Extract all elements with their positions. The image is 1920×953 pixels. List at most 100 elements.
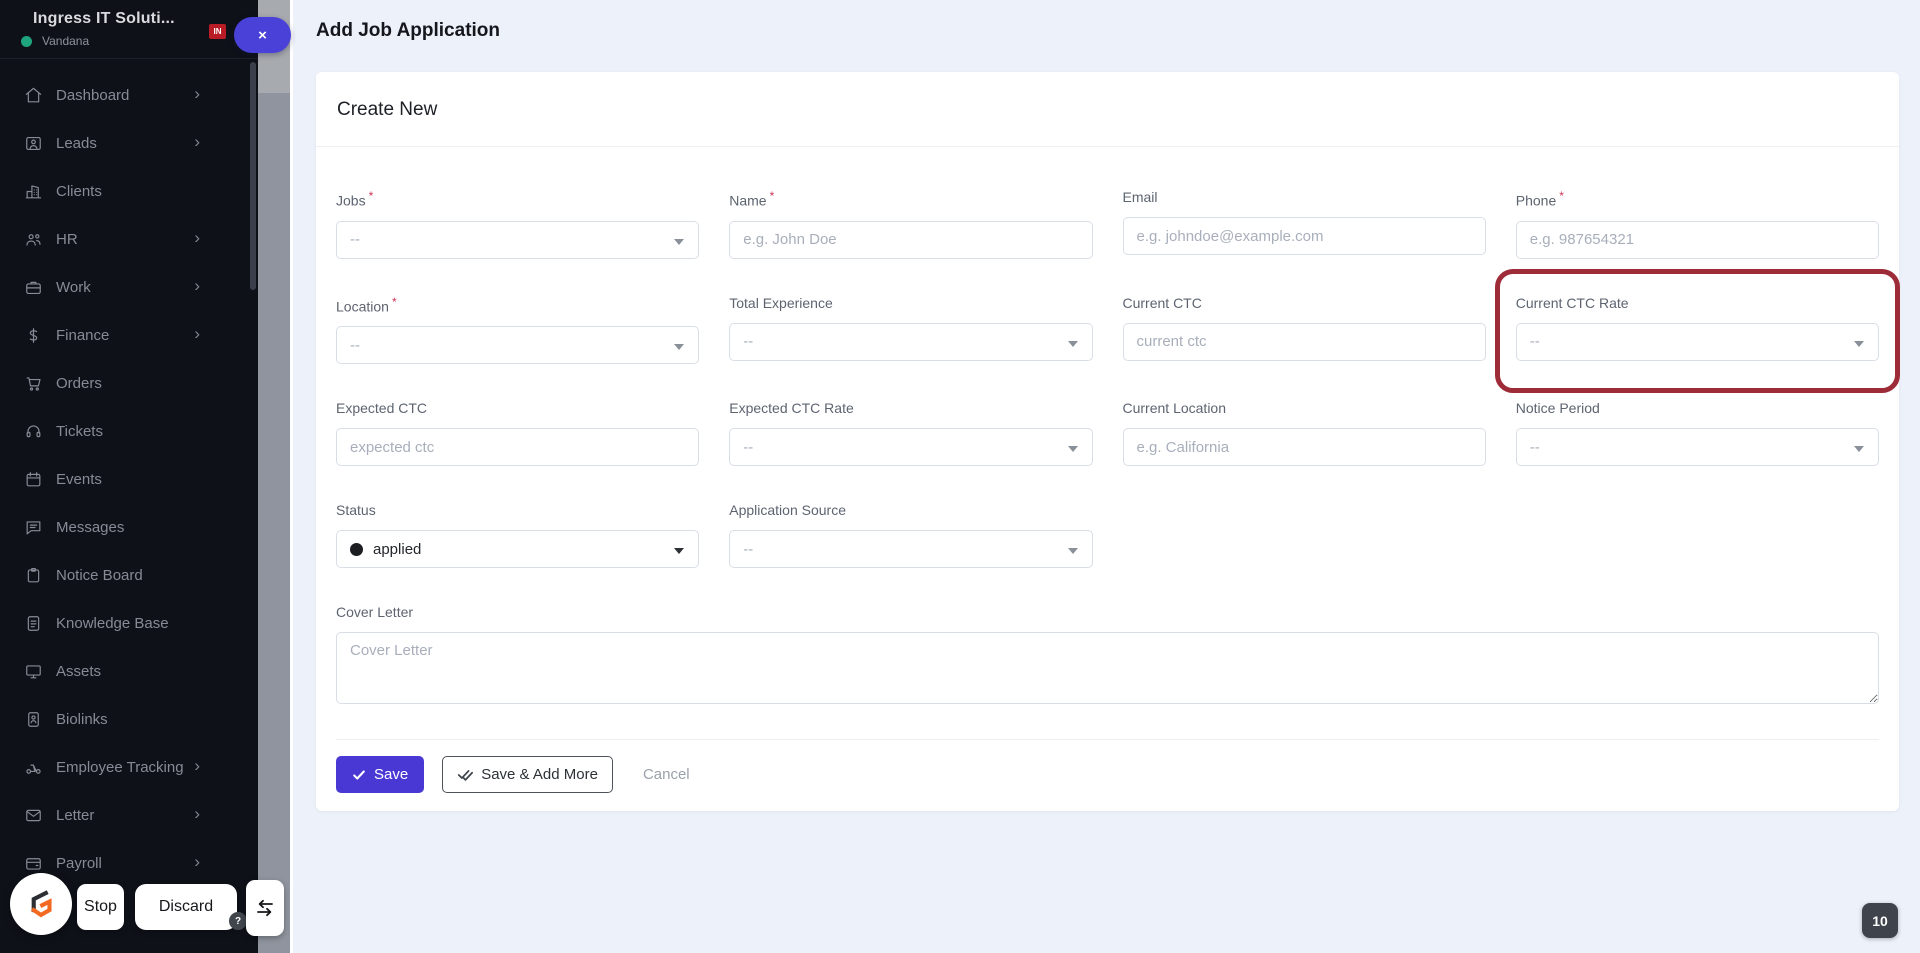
sidebar-item-letter[interactable]: Letter › (0, 791, 258, 839)
monitor-icon (23, 661, 43, 681)
sidebar-item-work[interactable]: Work › (0, 263, 258, 311)
save-button-label: Save (374, 766, 409, 784)
sidebar-item-hr[interactable]: HR › (0, 215, 258, 263)
sidebar-item-label: Assets (56, 662, 102, 680)
application-source-label: Application Source (729, 502, 846, 519)
sidebar-item-label: Biolinks (56, 710, 108, 728)
sidebar-item-label: Knowledge Base (56, 614, 169, 632)
notice-period-select-value: -- (1529, 438, 1540, 456)
sidebar-item-tickets[interactable]: Tickets (0, 407, 258, 455)
online-status-dot (21, 35, 32, 47)
sidebar-item-events[interactable]: Events (0, 455, 258, 503)
current-ctc-rate-select[interactable]: -- (1515, 322, 1879, 361)
current-location-label: Current Location (1122, 400, 1227, 417)
save-and-add-more-label: Save & Add More (481, 766, 598, 784)
status-select[interactable]: applied (336, 530, 700, 569)
field-email: Email (1122, 189, 1486, 259)
page-number-badge: 10 (1862, 903, 1898, 938)
chevron-down-icon (1067, 446, 1078, 453)
sidebar-scrollbar-thumb[interactable] (250, 62, 256, 290)
sidebar-item-dashboard[interactable]: Dashboard › (0, 71, 258, 119)
sidebar-item-leads[interactable]: Leads › (0, 119, 258, 167)
field-expected-ctc-rate: Expected CTC Rate -- (729, 400, 1093, 467)
expected-ctc-input[interactable] (336, 428, 700, 467)
sidebar-item-label: HR (56, 230, 78, 248)
sidebar-item-finance[interactable]: Finance › (0, 311, 258, 359)
swap-arrows-icon (257, 899, 273, 917)
current-ctc-input[interactable] (1122, 322, 1486, 361)
chevron-down-icon (1067, 340, 1078, 347)
chevron-right-icon: › (194, 756, 200, 775)
discard-button[interactable]: Discard (135, 884, 237, 930)
calendar-icon (23, 469, 43, 489)
document-icon (23, 613, 43, 633)
swap-panels-button[interactable] (246, 880, 284, 936)
location-select[interactable]: -- (336, 326, 700, 365)
status-label: Status (336, 502, 376, 519)
email-label: Email (1122, 189, 1158, 205)
sidebar-item-biolinks[interactable]: Biolinks (0, 695, 258, 743)
total-experience-select-value: -- (743, 333, 754, 351)
field-total-experience: Total Experience -- (729, 295, 1093, 365)
cover-letter-textarea[interactable] (336, 632, 1879, 705)
field-phone: Phone * (1515, 189, 1879, 259)
window-scrollbar-track[interactable] (258, 0, 290, 953)
sidebar-item-label: Letter (56, 806, 95, 824)
workspace-header[interactable]: Ingress IT Soluti... Vandana IN (0, 0, 258, 59)
sidebar-item-orders[interactable]: Orders (0, 359, 258, 407)
current-location-input[interactable] (1122, 428, 1486, 467)
sidebar-item-messages[interactable]: Messages (0, 503, 258, 551)
page-title: Add Job Application (316, 20, 501, 41)
cover-letter-label: Cover Letter (336, 604, 414, 621)
main-content: Add Job Application Create New Jobs* -- (290, 0, 1920, 953)
jobs-select[interactable]: -- (336, 220, 700, 259)
required-asterisk: * (1559, 189, 1564, 203)
phone-input[interactable] (1515, 220, 1879, 259)
application-source-select-value: -- (743, 540, 754, 558)
sidebar: Ingress IT Soluti... Vandana IN Dashboar… (0, 0, 258, 953)
save-and-add-more-button[interactable]: Save & Add More (442, 756, 613, 794)
stop-button[interactable]: Stop (77, 884, 124, 930)
agent-logo-button[interactable] (10, 873, 72, 935)
cancel-button[interactable]: Cancel (643, 766, 690, 783)
sidebar-item-label: Orders (56, 374, 102, 392)
jobs-label: Jobs (336, 192, 366, 209)
notice-period-select[interactable]: -- (1515, 428, 1879, 467)
sidebar-item-notice-board[interactable]: Notice Board (0, 551, 258, 599)
field-application-source: Application Source -- (729, 502, 1093, 569)
user-name: Vandana (42, 34, 90, 48)
notice-period-label: Notice Period (1515, 400, 1600, 417)
job-application-form: Jobs* -- Name* Email (316, 147, 1900, 811)
sidebar-item-label: Notice Board (56, 566, 143, 584)
application-source-select[interactable]: -- (729, 530, 1093, 569)
chevron-down-icon (674, 238, 685, 245)
name-input[interactable] (729, 220, 1093, 259)
sidebar-item-assets[interactable]: Assets (0, 647, 258, 695)
expected-ctc-label: Expected CTC (336, 400, 428, 417)
chevron-right-icon: › (194, 132, 200, 151)
close-sidebar-button[interactable]: × (234, 17, 291, 53)
status-dot-icon (350, 542, 363, 556)
expected-ctc-rate-select[interactable]: -- (729, 428, 1093, 467)
close-icon: × (258, 26, 267, 44)
double-check-icon (458, 770, 474, 782)
sidebar-item-clients[interactable]: Clients (0, 167, 258, 215)
chevron-right-icon: › (194, 228, 200, 247)
total-experience-select[interactable]: -- (729, 322, 1093, 361)
sidebar-item-knowledge-base[interactable]: Knowledge Base (0, 599, 258, 647)
sidebar-item-label: Finance (56, 326, 110, 344)
save-button[interactable]: Save (336, 756, 425, 794)
help-icon[interactable]: ? (229, 912, 247, 930)
check-icon (353, 770, 365, 780)
envelope-icon (23, 805, 43, 825)
required-asterisk: * (368, 189, 374, 203)
email-input[interactable] (1122, 217, 1486, 255)
wallet-icon (23, 853, 43, 873)
sidebar-item-employee-tracking[interactable]: Employee Tracking › (0, 743, 258, 791)
headset-icon (23, 421, 43, 441)
chevron-down-icon (674, 344, 685, 351)
cart-icon (23, 373, 43, 393)
current-ctc-rate-select-value: -- (1529, 333, 1540, 351)
field-jobs: Jobs * -- (336, 189, 700, 259)
dollar-icon (23, 325, 43, 345)
